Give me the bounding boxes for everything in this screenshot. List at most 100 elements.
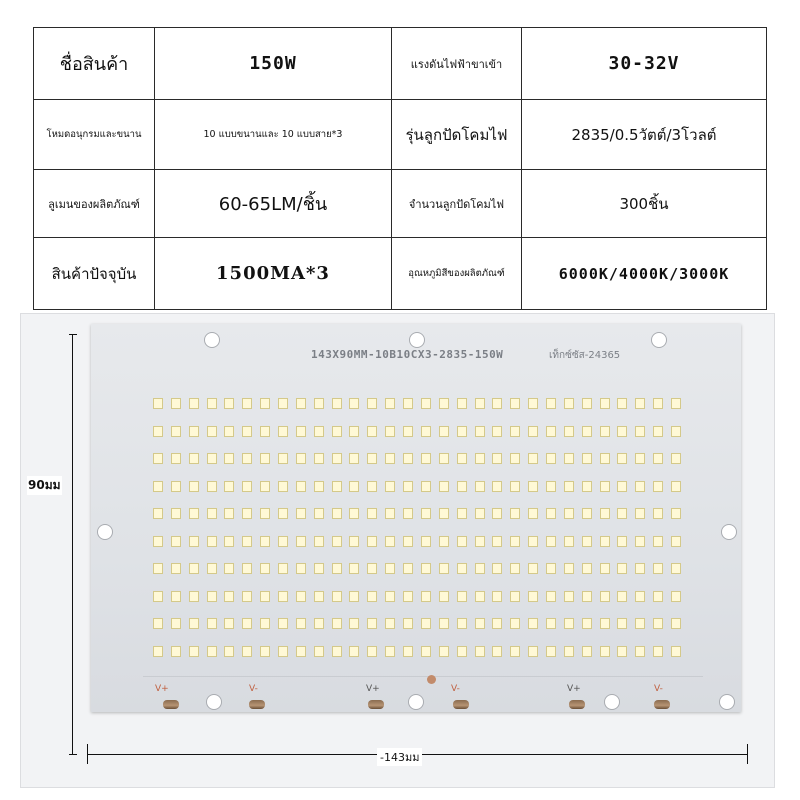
led-chip-icon: [671, 563, 682, 575]
spec-label-mode: โหมดอนุกรมและขนาน: [33, 99, 155, 170]
led-chip-icon: [260, 563, 271, 575]
led-chip-icon: [456, 398, 467, 410]
led-chip-icon: [260, 425, 271, 437]
led-chip-icon: [224, 453, 235, 465]
width-dimension-cap: [87, 744, 88, 764]
led-chip-icon: [599, 508, 610, 520]
led-chip-icon: [385, 590, 396, 602]
led-chip-icon: [152, 398, 163, 410]
led-chip-icon: [581, 453, 592, 465]
led-chip-icon: [581, 508, 592, 520]
led-chip-icon: [581, 425, 592, 437]
led-chip-icon: [188, 618, 199, 630]
led-chip-icon: [242, 425, 253, 437]
led-chip-icon: [349, 425, 360, 437]
led-chip-icon: [331, 398, 342, 410]
led-chip-icon: [510, 590, 521, 602]
led-chip-icon: [349, 480, 360, 492]
led-chip-icon: [563, 618, 574, 630]
led-chip-icon: [420, 590, 431, 602]
led-chip-icon: [653, 508, 664, 520]
led-chip-icon: [403, 398, 414, 410]
led-chip-icon: [617, 645, 628, 657]
led-chip-icon: [385, 645, 396, 657]
led-chip-icon: [563, 563, 574, 575]
led-chip-icon: [546, 563, 556, 575]
led-chip-icon: [563, 425, 574, 437]
mounting-hole-icon: [206, 694, 222, 710]
led-chip-icon: [331, 645, 342, 657]
led-chip-icon: [420, 480, 431, 492]
led-chip-icon: [188, 590, 199, 602]
led-chip-icon: [224, 645, 235, 657]
led-chip-icon: [224, 563, 235, 575]
led-chip-icon: [546, 645, 556, 657]
solder-pad-icon: [249, 700, 265, 709]
led-chip-icon: [438, 508, 449, 520]
mounting-hole-icon: [604, 694, 620, 710]
led-chip-icon: [474, 453, 485, 465]
led-chip-icon: [510, 480, 521, 492]
led-chip-icon: [563, 645, 574, 657]
led-chip-icon: [295, 590, 306, 602]
led-chip-icon: [420, 508, 431, 520]
led-chip-icon: [152, 618, 163, 630]
led-chip-icon: [510, 453, 521, 465]
led-chip-icon: [528, 535, 539, 547]
spec-value-input-voltage: 30-32V: [521, 27, 767, 100]
led-chip-icon: [313, 480, 324, 492]
led-chip-icon: [438, 535, 449, 547]
led-chip-icon: [313, 535, 324, 547]
pad-label: V+: [366, 684, 380, 694]
led-chip-icon: [313, 453, 324, 465]
spec-table: ชื่อสินค้า 150W แรงดันไฟฟ้าขาเข้า 30-32V…: [33, 27, 767, 310]
led-chip-icon: [653, 590, 664, 602]
led-chip-icon: [546, 535, 556, 547]
led-chip-icon: [420, 563, 431, 575]
led-chip-icon: [367, 425, 378, 437]
led-chip-icon: [278, 645, 288, 657]
led-chip-icon: [563, 535, 574, 547]
led-chip-icon: [474, 398, 485, 410]
led-chip-icon: [206, 508, 217, 520]
led-chip-icon: [546, 398, 556, 410]
led-chip-icon: [438, 645, 449, 657]
led-chip-icon: [546, 618, 556, 630]
led-chip-icon: [170, 535, 181, 547]
led-chip-icon: [188, 398, 199, 410]
led-chip-icon: [474, 590, 485, 602]
led-chip-icon: [170, 645, 181, 657]
led-chip-icon: [403, 563, 414, 575]
spec-label-lumen: ลูเมนของผลิตภัณฑ์: [33, 169, 155, 238]
led-chip-icon: [331, 535, 342, 547]
led-chip-icon: [456, 535, 467, 547]
led-chip-icon: [510, 425, 521, 437]
led-chip-icon: [260, 590, 271, 602]
led-chip-icon: [563, 398, 574, 410]
led-chip-icon: [492, 535, 503, 547]
led-chip-icon: [528, 398, 539, 410]
pad-label: V+: [155, 684, 169, 694]
led-chip-icon: [152, 590, 163, 602]
led-chip-icon: [242, 535, 253, 547]
led-chip-icon: [260, 645, 271, 657]
solder-pad-icon: [368, 700, 384, 709]
led-chip-icon: [295, 618, 306, 630]
led-chip-icon: [403, 618, 414, 630]
led-chip-icon: [224, 480, 235, 492]
led-chip-icon: [528, 645, 539, 657]
led-chip-icon: [385, 453, 396, 465]
led-chip-icon: [349, 645, 360, 657]
led-chip-icon: [599, 425, 610, 437]
led-chip-icon: [206, 645, 217, 657]
led-chip-icon: [170, 508, 181, 520]
led-chip-icon: [242, 645, 253, 657]
spec-value-bead-count: 300ชิ้น: [521, 169, 767, 238]
led-chip-icon: [599, 563, 610, 575]
led-chip-icon: [510, 398, 521, 410]
led-chip-icon: [224, 398, 235, 410]
led-chip-icon: [474, 645, 485, 657]
led-chip-icon: [456, 645, 467, 657]
height-dimension-cap: [69, 754, 77, 755]
led-chip-icon: [653, 645, 664, 657]
